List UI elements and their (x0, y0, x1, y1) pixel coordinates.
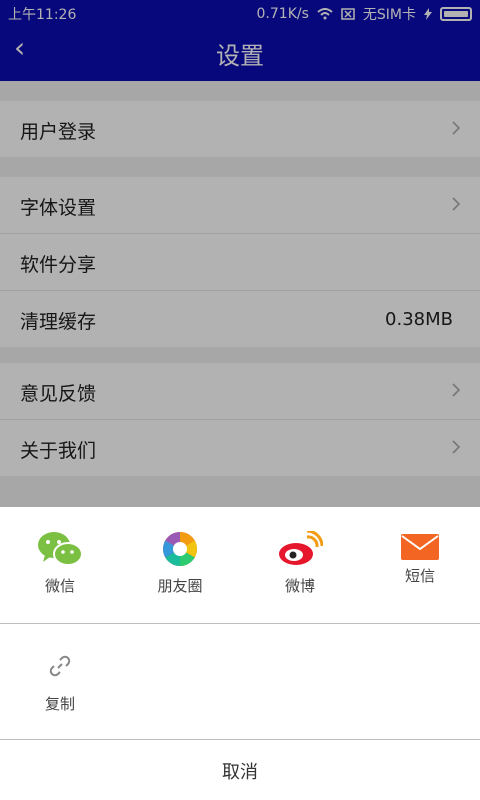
share-label: 微博 (284, 577, 315, 595)
wechat-icon (38, 532, 83, 566)
copy-link-button[interactable]: 复制 (30, 653, 90, 723)
share-wechat[interactable]: 微信 (0, 507, 120, 623)
sms-icon (401, 534, 439, 560)
cancel-label: 取消 (222, 762, 258, 783)
share-sms[interactable]: 短信 (360, 507, 480, 623)
share-label: 朋友圈 (157, 577, 203, 595)
moments-icon (163, 532, 197, 566)
sheet-divider (0, 623, 480, 624)
copy-label: 复制 (44, 695, 75, 713)
share-moments[interactable]: 朋友圈 (120, 507, 240, 623)
share-sheet: 微信 朋友圈 微博 短信 复制 取消 (0, 507, 480, 800)
share-label: 短信 (404, 567, 435, 585)
share-targets: 微信 朋友圈 微博 短信 (0, 507, 480, 623)
cancel-button[interactable]: 取消 (0, 740, 480, 800)
share-label: 微信 (44, 577, 75, 595)
link-icon (49, 655, 71, 677)
share-weibo[interactable]: 微博 (240, 507, 360, 623)
weibo-icon (279, 531, 323, 565)
